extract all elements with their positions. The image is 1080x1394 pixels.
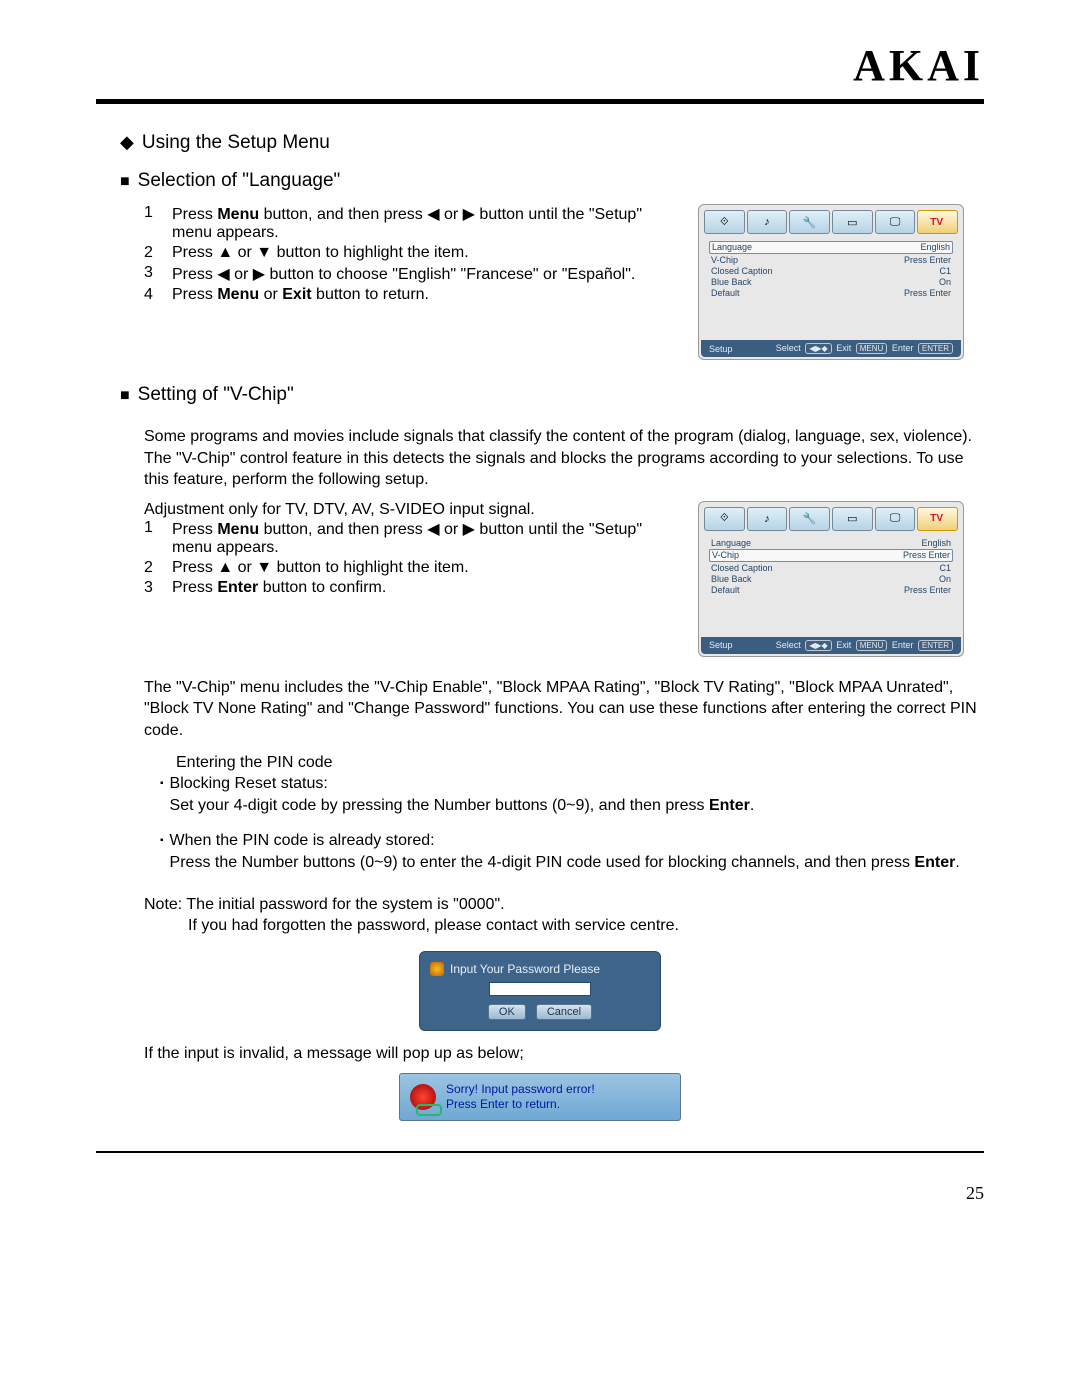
bullet-icon: [160, 830, 164, 873]
osd-row-selected[interactable]: LanguageEnglish: [709, 241, 953, 254]
bullet-icon: [160, 773, 164, 816]
osd-tabs: ⟐ ♪ 🔧 ▭ 🖵 TV: [701, 504, 961, 534]
tab-picture-icon[interactable]: ⟐: [704, 507, 745, 531]
tab-channel-icon[interactable]: ▭: [832, 507, 873, 531]
square-icon: [120, 384, 130, 406]
step-text: Press ◀ or ▶ button to choose "English" …: [172, 264, 635, 284]
bullet1: Blocking Reset status: Set your 4-digit …: [170, 773, 755, 816]
osd-setup-language: ⟐ ♪ 🔧 ▭ 🖵 TV LanguageEnglish V-ChipPress…: [698, 204, 964, 360]
step-num: 3: [144, 579, 162, 597]
step-num: 1: [144, 204, 162, 242]
osd-row[interactable]: Closed CaptionC1: [709, 563, 953, 574]
step-text: Press ▲ or ▼ button to highlight the ite…: [172, 559, 469, 577]
error-icon: [410, 1084, 436, 1110]
subsection-language: Selection of "Language": [120, 170, 984, 192]
password-input[interactable]: [489, 982, 591, 996]
osd-row[interactable]: DefaultPress Enter: [709, 288, 953, 299]
dialog-title: Input Your Password Please: [450, 962, 600, 976]
step-text: Press Menu button, and then press ◀ or ▶…: [172, 519, 678, 557]
ok-button[interactable]: OK: [488, 1004, 526, 1020]
osd-setup-vchip: ⟐ ♪ 🔧 ▭ 🖵 TV LanguageEnglish V-ChipPress…: [698, 501, 964, 657]
osd-row[interactable]: DefaultPress Enter: [709, 585, 953, 596]
divider: [96, 99, 984, 104]
step-num: 3: [144, 264, 162, 284]
osd-row[interactable]: V-ChipPress Enter: [709, 255, 953, 266]
lock-icon: [430, 962, 444, 976]
tab-screen-icon[interactable]: 🖵: [875, 507, 916, 531]
step-num: 2: [144, 559, 162, 577]
tab-tool-icon[interactable]: 🔧: [789, 210, 830, 234]
cancel-button[interactable]: Cancel: [536, 1004, 592, 1020]
error-dialog: Sorry! Input password error!Press Enter …: [399, 1073, 681, 1121]
tab-sound-icon[interactable]: ♪: [747, 210, 788, 234]
osd-footer: Setup Select ◀▶◆ Exit MENU Enter ENTER: [701, 340, 961, 357]
vchip-steps: Adjustment only for TV, DTV, AV, S-VIDEO…: [144, 501, 678, 599]
tab-sound-icon[interactable]: ♪: [747, 507, 788, 531]
tab-tv-icon[interactable]: TV: [917, 210, 958, 234]
vchip-intro: Some programs and movies include signals…: [144, 426, 984, 491]
bullet2: When the PIN code is already stored: Pre…: [170, 830, 960, 873]
tab-tool-icon[interactable]: 🔧: [789, 507, 830, 531]
step-text: Press Menu button, and then press ◀ or ▶…: [172, 204, 678, 242]
osd-footer: Setup Select ◀▶◆ Exit MENU Enter ENTER: [701, 637, 961, 654]
osd-tabs: ⟐ ♪ 🔧 ▭ 🖵 TV: [701, 207, 961, 237]
step-text: Press ▲ or ▼ button to highlight the ite…: [172, 244, 469, 262]
footer-divider: [96, 1151, 984, 1153]
page-number: 25: [96, 1183, 984, 1204]
step-num: 4: [144, 286, 162, 304]
tab-tv-icon[interactable]: TV: [917, 507, 958, 531]
osd-row[interactable]: LanguageEnglish: [709, 538, 953, 549]
step-text: Press Enter button to confirm.: [172, 579, 386, 597]
brand-logo: AKAI: [96, 40, 984, 91]
note: Note: The initial password for the syste…: [144, 894, 984, 937]
osd-row[interactable]: Closed CaptionC1: [709, 266, 953, 277]
square-icon: [120, 170, 130, 192]
step-text: Press Menu or Exit button to return.: [172, 286, 429, 304]
error-text: Sorry! Input password error!Press Enter …: [446, 1082, 595, 1112]
osd-row-selected[interactable]: V-ChipPress Enter: [709, 549, 953, 562]
section-title-text: Using the Setup Menu: [142, 132, 330, 154]
tab-channel-icon[interactable]: ▭: [832, 210, 873, 234]
diamond-icon: [120, 132, 134, 154]
osd-row[interactable]: Blue BackOn: [709, 574, 953, 585]
tab-picture-icon[interactable]: ⟐: [704, 210, 745, 234]
tab-screen-icon[interactable]: 🖵: [875, 210, 916, 234]
osd-body: LanguageEnglish V-ChipPress Enter Closed…: [701, 237, 961, 340]
password-dialog: Input Your Password Please OK Cancel: [419, 951, 661, 1031]
step-num: 1: [144, 519, 162, 557]
subsection-vchip-text: Setting of "V-Chip": [138, 384, 294, 406]
invalid-line: If the input is invalid, a message will …: [144, 1045, 984, 1063]
subsection-vchip: Setting of "V-Chip": [120, 384, 984, 406]
subsection-language-text: Selection of "Language": [138, 170, 341, 192]
step-num: 2: [144, 244, 162, 262]
section-title: Using the Setup Menu: [120, 132, 984, 154]
language-steps: 1 Press Menu button, and then press ◀ or…: [144, 204, 678, 306]
vchip-desc2: The "V-Chip" menu includes the "V-Chip E…: [144, 677, 984, 742]
osd-row[interactable]: Blue BackOn: [709, 277, 953, 288]
pin-title: Entering the PIN code: [176, 752, 984, 774]
osd-body: LanguageEnglish V-ChipPress Enter Closed…: [701, 534, 961, 637]
adjust-note: Adjustment only for TV, DTV, AV, S-VIDEO…: [144, 501, 678, 519]
